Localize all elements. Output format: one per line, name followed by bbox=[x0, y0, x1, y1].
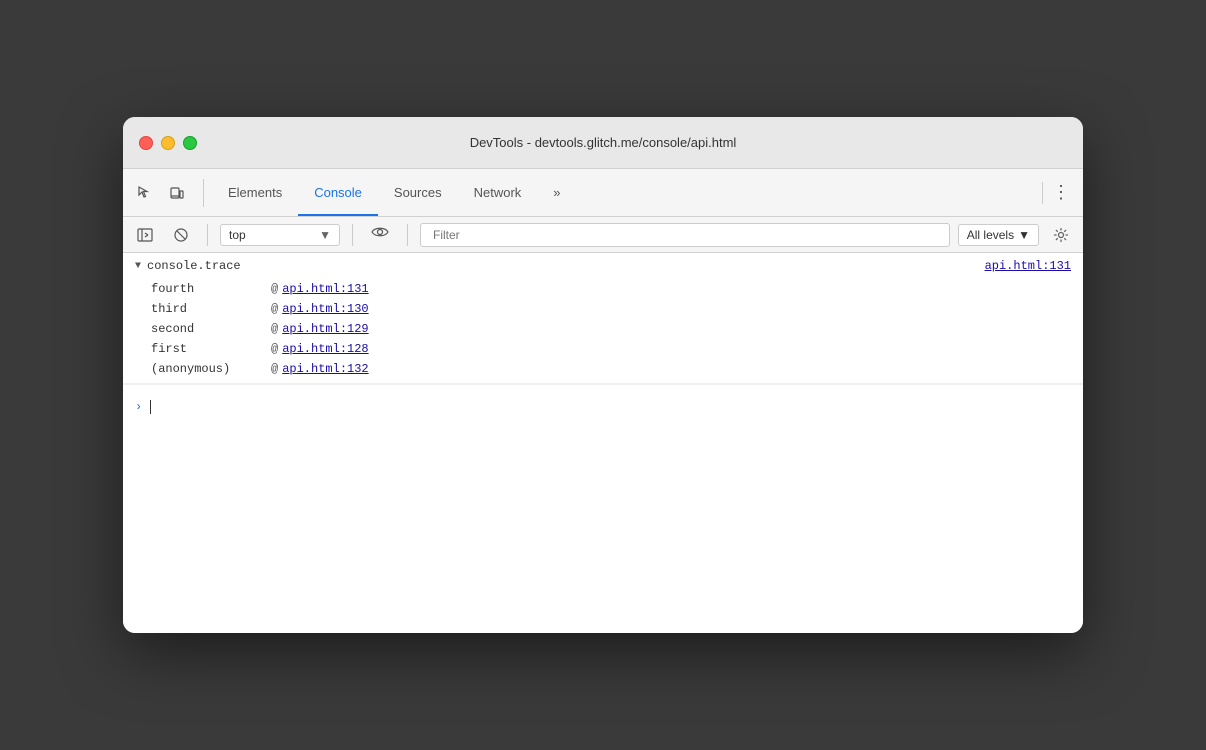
cursor bbox=[150, 400, 151, 414]
table-row: fourth @ api.html:131 bbox=[151, 279, 1071, 299]
traffic-lights bbox=[139, 136, 197, 150]
tab-network[interactable]: Network bbox=[458, 169, 538, 216]
menu-button[interactable]: ⋮ bbox=[1047, 179, 1075, 207]
clear-button[interactable] bbox=[167, 221, 195, 249]
minimize-button[interactable] bbox=[161, 136, 175, 150]
stack-at-0: @ bbox=[271, 282, 278, 296]
toolbar-divider bbox=[1042, 182, 1043, 204]
console-toolbar-divider bbox=[207, 224, 208, 246]
stack-at-2: @ bbox=[271, 322, 278, 336]
trace-title: console.trace bbox=[147, 259, 241, 273]
stack-link-3[interactable]: api.html:128 bbox=[282, 342, 368, 356]
titlebar: DevTools - devtools.glitch.me/console/ap… bbox=[123, 117, 1083, 169]
stack-link-0[interactable]: api.html:131 bbox=[282, 282, 368, 296]
table-row: (anonymous) @ api.html:132 bbox=[151, 359, 1071, 379]
stack-at-3: @ bbox=[271, 342, 278, 356]
table-row: second @ api.html:129 bbox=[151, 319, 1071, 339]
trace-header-source-link[interactable]: api.html:131 bbox=[985, 259, 1071, 273]
console-empty-area bbox=[123, 428, 1083, 588]
table-row: first @ api.html:128 bbox=[151, 339, 1071, 359]
trace-header-left: ▼ console.trace bbox=[135, 259, 241, 273]
trace-entry: ▼ console.trace api.html:131 fourth @ ap… bbox=[123, 253, 1083, 384]
devtools-window: DevTools - devtools.glitch.me/console/ap… bbox=[123, 117, 1083, 633]
expand-sidebar-button[interactable] bbox=[131, 221, 159, 249]
context-arrow-icon: ▼ bbox=[319, 228, 331, 242]
collapse-triangle-icon[interactable]: ▼ bbox=[135, 261, 141, 272]
stack-name-4: (anonymous) bbox=[151, 362, 271, 376]
stack-name-2: second bbox=[151, 322, 271, 336]
stack-at-4: @ bbox=[271, 362, 278, 376]
context-selector[interactable]: top ▼ bbox=[220, 224, 340, 246]
console-output: ▼ console.trace api.html:131 fourth @ ap… bbox=[123, 253, 1083, 633]
stack-name-3: first bbox=[151, 342, 271, 356]
eye-icon[interactable] bbox=[365, 223, 395, 246]
stack-name-1: third bbox=[151, 302, 271, 316]
stack-link-4[interactable]: api.html:132 bbox=[282, 362, 368, 376]
stack-link-2[interactable]: api.html:129 bbox=[282, 322, 368, 336]
stack-at-1: @ bbox=[271, 302, 278, 316]
filter-input-wrapper[interactable] bbox=[420, 223, 950, 247]
device-icon[interactable] bbox=[163, 179, 191, 207]
close-button[interactable] bbox=[139, 136, 153, 150]
tabs: Elements Console Sources Network » bbox=[212, 169, 625, 216]
trace-header: ▼ console.trace api.html:131 bbox=[123, 253, 1083, 279]
console-toolbar-divider2 bbox=[352, 224, 353, 246]
main-toolbar: Elements Console Sources Network » ⋮ bbox=[123, 169, 1083, 217]
table-row: third @ api.html:130 bbox=[151, 299, 1071, 319]
console-toolbar-divider3 bbox=[407, 224, 408, 246]
console-toolbar: top ▼ All levels ▼ bbox=[123, 217, 1083, 253]
stack-link-1[interactable]: api.html:130 bbox=[282, 302, 368, 316]
inspect-icon[interactable] bbox=[131, 179, 159, 207]
tab-sources[interactable]: Sources bbox=[378, 169, 458, 216]
settings-button[interactable] bbox=[1047, 221, 1075, 249]
prompt-icon[interactable]: › bbox=[135, 400, 142, 414]
window-title: DevTools - devtools.glitch.me/console/ap… bbox=[470, 135, 737, 150]
tab-console[interactable]: Console bbox=[298, 169, 378, 216]
stack-name-0: fourth bbox=[151, 282, 271, 296]
tab-more[interactable]: » bbox=[537, 169, 576, 216]
console-input-row: › bbox=[123, 384, 1083, 428]
levels-arrow-icon: ▼ bbox=[1018, 228, 1030, 242]
toolbar-icons bbox=[131, 179, 204, 207]
maximize-button[interactable] bbox=[183, 136, 197, 150]
tab-elements[interactable]: Elements bbox=[212, 169, 298, 216]
trace-stack: fourth @ api.html:131 third @ api.html:1… bbox=[123, 279, 1083, 383]
levels-dropdown[interactable]: All levels ▼ bbox=[958, 224, 1039, 246]
filter-input[interactable] bbox=[425, 223, 945, 247]
